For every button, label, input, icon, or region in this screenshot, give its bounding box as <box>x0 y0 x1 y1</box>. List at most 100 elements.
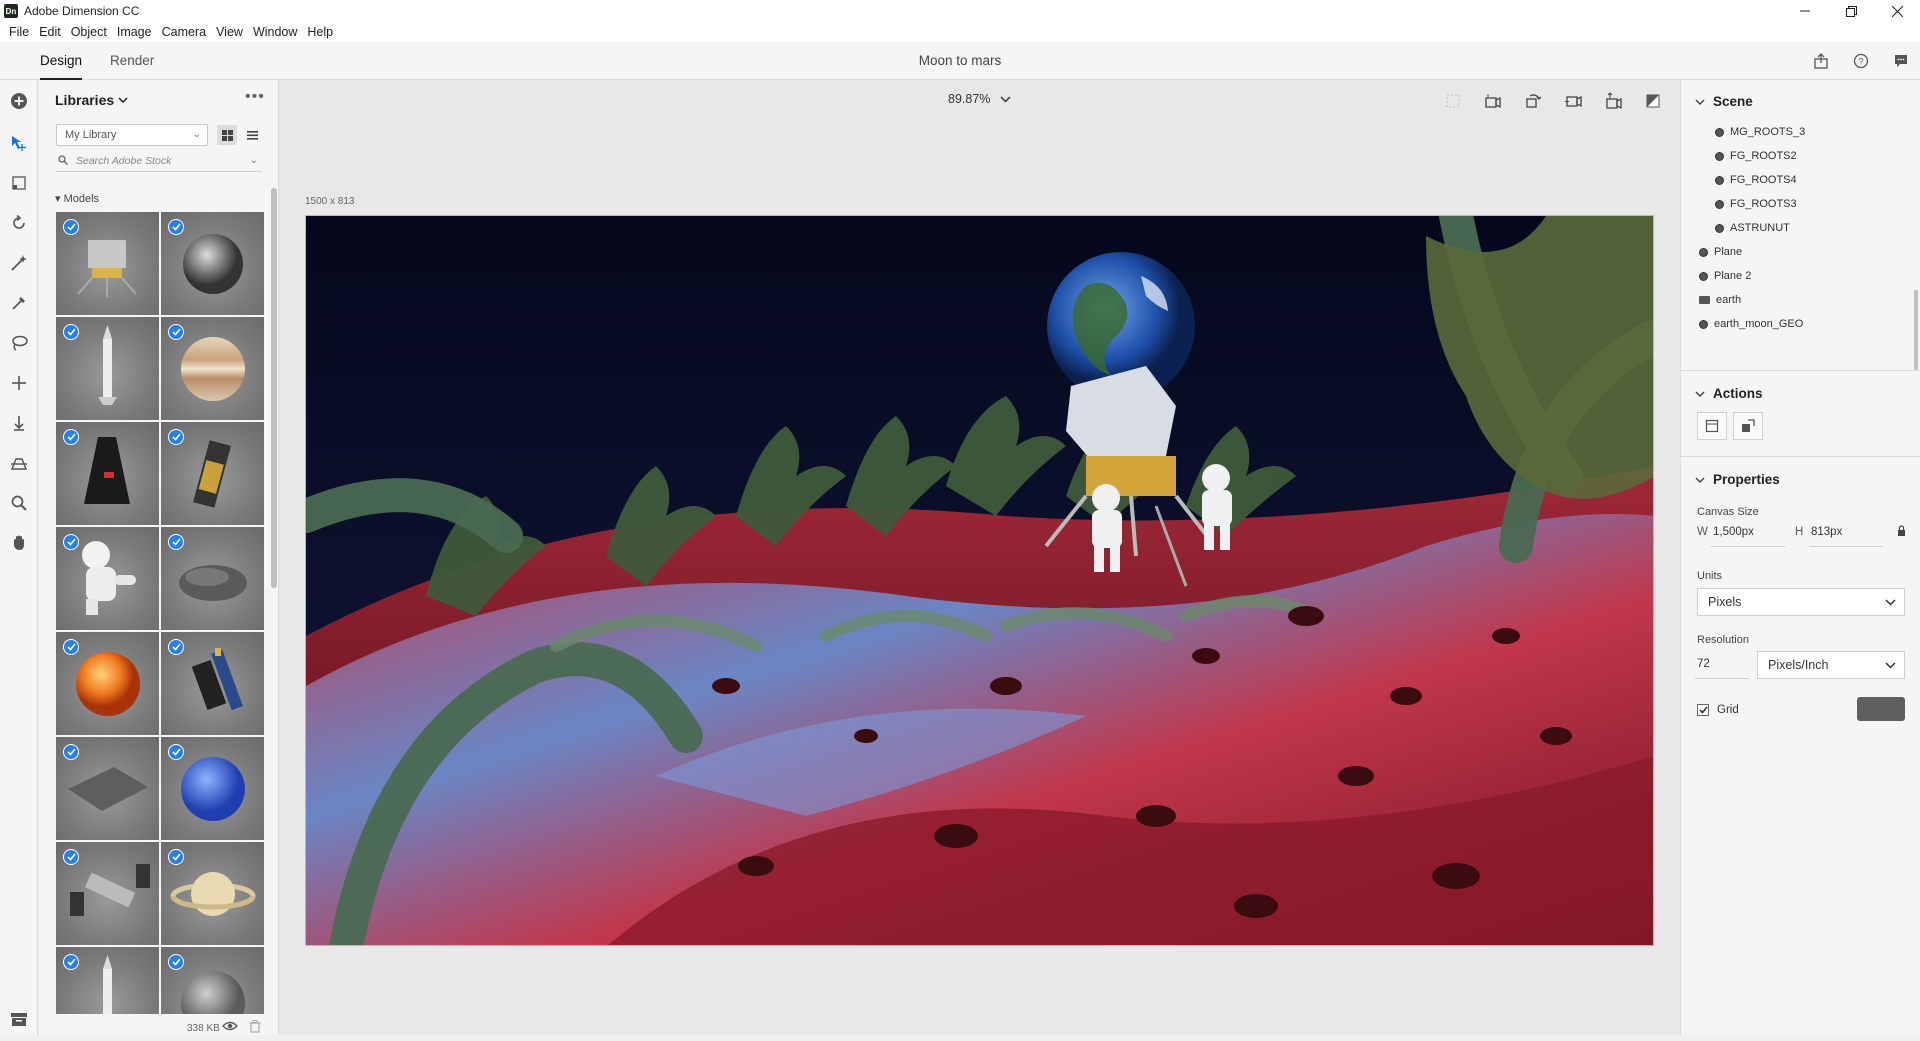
help-button[interactable]: ? <box>1850 50 1872 72</box>
model-thumb-rocket[interactable] <box>56 317 159 420</box>
frame-tool[interactable] <box>8 172 30 194</box>
add-content-tool[interactable] <box>8 90 30 112</box>
grid-view-button[interactable] <box>217 125 237 145</box>
horizon-tool[interactable] <box>8 452 30 474</box>
library-toggle-button[interactable] <box>8 1008 30 1030</box>
menu-image[interactable]: Image <box>112 25 157 39</box>
zoom-icon <box>11 495 27 511</box>
model-thumb-ground-plane[interactable] <box>56 737 159 840</box>
chevron-down-icon <box>1695 98 1705 105</box>
scene-item[interactable]: Plane <box>1699 246 1742 258</box>
scene-scrollbar[interactable] <box>1914 290 1918 370</box>
pan-camera-button[interactable] <box>1562 90 1584 112</box>
model-thumb-capsule[interactable] <box>56 422 159 525</box>
tab-design[interactable]: Design <box>40 42 83 80</box>
model-thumb-astronaut[interactable] <box>56 527 159 630</box>
zoom-dropdown[interactable]: 89.87% <box>948 92 1011 106</box>
grid-checkbox[interactable] <box>1697 704 1709 716</box>
actions-section-header[interactable]: Actions <box>1695 386 1763 401</box>
scene-item[interactable]: ASTRUNUT <box>1715 222 1790 234</box>
menu-view[interactable]: View <box>211 25 248 39</box>
model-thumb-rocket-2[interactable] <box>56 947 159 1014</box>
camera-frame-button[interactable] <box>1482 90 1504 112</box>
grid-toggle[interactable]: Grid <box>1697 704 1739 716</box>
magic-wand-tool[interactable] <box>8 252 30 274</box>
units-select[interactable]: Pixels <box>1697 588 1905 616</box>
stock-search-input[interactable]: Search Adobe Stock ⌄ <box>56 152 262 172</box>
properties-section-header[interactable]: Properties <box>1695 472 1780 487</box>
fit-art-board-button[interactable] <box>1697 412 1727 440</box>
model-thumb-neptune[interactable] <box>161 737 264 840</box>
menu-help[interactable]: Help <box>302 25 338 39</box>
model-thumb-space-telescope[interactable] <box>161 632 264 735</box>
feedback-button[interactable] <box>1890 50 1912 72</box>
resolution-unit-value: Pixels/Inch <box>1768 658 1829 672</box>
menu-edit[interactable]: Edit <box>34 25 66 39</box>
libraries-scrollbar[interactable] <box>271 188 277 588</box>
model-thumb-satellite[interactable] <box>161 422 264 525</box>
pan-tool[interactable] <box>8 372 30 394</box>
menu-camera[interactable]: Camera <box>157 25 211 39</box>
model-thumb-moon[interactable] <box>161 947 264 1014</box>
share-button[interactable] <box>1810 50 1832 72</box>
grid-color-swatch[interactable] <box>1857 697 1905 721</box>
model-thumb-sun[interactable] <box>56 632 159 735</box>
model-thumb-saturn[interactable] <box>161 842 264 945</box>
library-select[interactable]: My Library ⌄ <box>56 124 208 146</box>
resolution-input[interactable]: 72 <box>1697 658 1710 670</box>
list-view-button[interactable] <box>242 125 262 145</box>
frame-icon <box>12 176 26 190</box>
width-input[interactable]: 1,500px <box>1713 526 1754 538</box>
menu-file[interactable]: File <box>4 25 34 39</box>
resolution-label: Resolution <box>1697 634 1749 646</box>
models-section-toggle[interactable]: ▾ Models <box>55 192 99 205</box>
menu-object[interactable]: Object <box>66 25 112 39</box>
model-icon <box>1699 271 1708 281</box>
visibility-button[interactable] <box>222 1020 238 1035</box>
menu-window[interactable]: Window <box>248 25 302 39</box>
height-input[interactable]: 813px <box>1811 526 1842 538</box>
scene-item[interactable]: earth_moon_GEO <box>1699 318 1803 330</box>
libraries-header[interactable]: Libraries <box>55 92 128 108</box>
selected-check-icon <box>63 744 79 760</box>
orbit-tool[interactable] <box>8 212 30 234</box>
dolly-tool[interactable] <box>8 412 30 434</box>
select-tool[interactable] <box>8 132 30 154</box>
sample-tool[interactable] <box>8 292 30 314</box>
model-thumb-jupiter[interactable] <box>161 317 264 420</box>
scene-item[interactable]: FG_ROOTS3 <box>1715 198 1797 210</box>
scene-item[interactable]: MG_ROOTS_3 <box>1715 126 1805 138</box>
minimize-button[interactable] <box>1782 0 1828 22</box>
resolution-unit-select[interactable]: Pixels/Inch <box>1757 651 1905 679</box>
render-canvas[interactable] <box>305 215 1654 946</box>
zoom-tool[interactable] <box>8 492 30 514</box>
fit-frame-button[interactable] <box>1442 90 1464 112</box>
dolly-camera-button[interactable] <box>1602 90 1624 112</box>
scene-section-header[interactable]: Scene <box>1695 94 1753 109</box>
model-thumb-lunar-lander[interactable] <box>56 212 159 315</box>
scene-item[interactable]: Plane 2 <box>1699 270 1751 282</box>
scene-item[interactable]: earth <box>1699 294 1741 306</box>
selected-check-icon <box>63 219 79 235</box>
model-thumb-asteroid-rock[interactable] <box>161 212 264 315</box>
more-options-button[interactable]: ••• <box>245 88 265 106</box>
restore-button[interactable] <box>1828 0 1874 22</box>
model-icon <box>1715 175 1724 185</box>
chat-icon <box>1895 55 1907 67</box>
scene-item[interactable]: FG_ROOTS4 <box>1715 174 1797 186</box>
delete-button[interactable] <box>249 1020 261 1036</box>
chevron-down-icon: ⌄ <box>192 129 201 140</box>
model-thumb-space-station[interactable] <box>56 842 159 945</box>
orbit-camera-button[interactable] <box>1522 90 1544 112</box>
lasso-icon <box>12 335 28 351</box>
lasso-tool[interactable] <box>8 332 30 354</box>
render-preview-button[interactable] <box>1642 90 1664 112</box>
model-thumb-rock[interactable] <box>161 527 264 630</box>
tab-render[interactable]: Render <box>110 42 154 80</box>
constrain-proportions-button[interactable] <box>1897 525 1906 539</box>
hand-tool[interactable] <box>8 532 30 554</box>
fit-image-button[interactable] <box>1733 412 1763 440</box>
minimize-icon <box>1800 10 1810 12</box>
close-button[interactable] <box>1874 0 1920 22</box>
scene-item[interactable]: FG_ROOTS2 <box>1715 150 1797 162</box>
